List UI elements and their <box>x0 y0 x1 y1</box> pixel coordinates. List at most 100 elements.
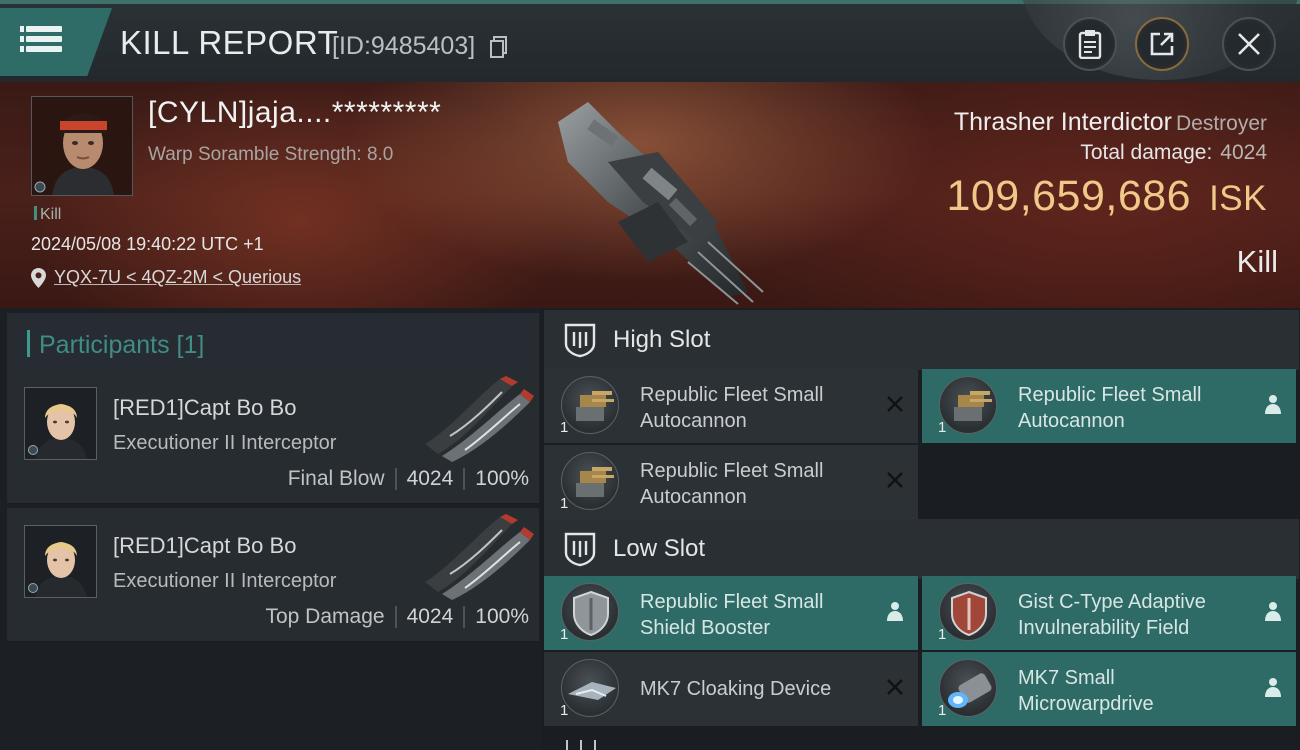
module-name-line2: Invulnerability Field <box>1018 617 1190 639</box>
person-icon <box>1265 395 1281 414</box>
module-name-line1: Republic Fleet Small <box>640 460 824 482</box>
autocannon-icon <box>561 452 619 510</box>
kill-tag: Kill <box>34 206 61 224</box>
clipboard-icon <box>1078 30 1102 59</box>
participant-damage: 4024 <box>406 605 454 628</box>
ship-type: Thrasher Interdictor <box>953 108 1172 136</box>
report-id: [ID:9485403] <box>332 32 476 60</box>
participants-tab[interactable]: Participants [1] <box>7 313 539 373</box>
participant-ship-image <box>425 376 534 462</box>
module-slot[interactable]: 1 Republic Fleet Small Autocannon <box>544 369 918 443</box>
top-bar: KILL REPORT [ID:9485403] <box>0 0 1300 82</box>
module-name: MK7 Cloaking Device <box>640 676 870 702</box>
low-slot-icon <box>564 532 596 567</box>
participant-role: Top Damage <box>265 605 385 628</box>
module-name: Republic Fleet Small Autocannon <box>640 458 870 510</box>
module-name-line1: Republic Fleet Small <box>640 384 824 406</box>
module-quantity: 1 <box>560 626 569 643</box>
participants-label: Participants [1] <box>39 331 205 359</box>
participant-row[interactable]: [RED1]Capt Bo Bo Executioner II Intercep… <box>7 370 539 504</box>
clipboard-button[interactable] <box>1063 17 1117 71</box>
total-damage-label: Total damage: <box>1080 141 1213 164</box>
module-name: Republic Fleet Small Autocannon <box>640 382 870 434</box>
module-slot[interactable]: 1 Gist C-Type Adaptive Invulnerability Fi… <box>922 576 1296 650</box>
kill-location-link[interactable]: YQX-7U < 4QZ-2M < Querious <box>31 267 301 288</box>
participant-stats: Top Damage 4024 100% <box>265 605 529 629</box>
module-name-line1: MK7 Cloaking Device <box>640 678 832 700</box>
victim-ship-name[interactable]: Thrasher Interdictor Destroyer <box>954 108 1267 137</box>
destroyed-icon <box>887 679 903 695</box>
total-damage-value: 4024 <box>1220 141 1267 164</box>
autocannon-icon <box>939 376 997 434</box>
module-name-line2: Autocannon <box>1018 410 1125 432</box>
isk-value: 109,659,686 ISK <box>946 172 1267 221</box>
victim-name[interactable]: [CYLN]jaja....********* <box>148 96 441 130</box>
module-quantity: 1 <box>938 702 947 719</box>
pilot-avatar-icon <box>25 388 96 459</box>
invulnerability-field-icon <box>939 583 997 641</box>
person-icon <box>1265 678 1281 697</box>
participant-damage: 4024 <box>406 467 454 490</box>
low-slot-header: Low Slot <box>544 519 1299 579</box>
participant-ship-image <box>425 514 534 600</box>
close-button[interactable] <box>1222 17 1276 71</box>
participant-name: [RED1]Capt Bo Bo <box>113 395 297 420</box>
menu-icon[interactable] <box>20 20 66 60</box>
avatar[interactable] <box>24 525 97 598</box>
participants-panel: Participants [1] [RED1]Capt Bo Bo Execut… <box>0 308 541 750</box>
participant-row[interactable]: [RED1]Capt Bo Bo Executioner II Intercep… <box>7 508 539 642</box>
destroyed-icon <box>887 472 903 488</box>
shield-booster-icon <box>561 583 619 641</box>
participant-name: [RED1]Capt Bo Bo <box>113 533 297 558</box>
autocannon-icon <box>561 376 619 434</box>
share-icon <box>1150 32 1174 56</box>
pilot-avatar-icon <box>32 97 132 195</box>
module-name-line2: Autocannon <box>640 410 747 432</box>
location-pin-icon <box>31 268 46 288</box>
module-slot[interactable]: 1 Republic Fleet Small Autocannon <box>544 445 918 519</box>
participant-role: Final Blow <box>287 467 385 490</box>
module-quantity: 1 <box>938 419 947 436</box>
module-name-line2: Microwarpdrive <box>1018 693 1154 715</box>
low-slot-label: Low Slot <box>613 535 706 562</box>
person-icon <box>1265 602 1281 621</box>
module-name-line1: Republic Fleet Small <box>1018 384 1202 406</box>
module-name-line1: MK7 Small <box>1018 667 1115 689</box>
page-title: KILL REPORT <box>120 24 339 61</box>
kill-tag-label: Kill <box>40 206 62 223</box>
victim-portrait[interactable] <box>31 96 133 196</box>
module-quantity: 1 <box>560 702 569 719</box>
close-icon <box>1238 33 1260 55</box>
result-label: Kill <box>1236 244 1278 279</box>
module-quantity: 1 <box>938 626 947 643</box>
participant-ship: Executioner II Interceptor <box>113 570 337 592</box>
victim-ship-image <box>558 102 764 305</box>
cloaking-device-icon <box>561 659 619 717</box>
location-text[interactable]: YQX-7U < 4QZ-2M < Querious <box>54 267 301 287</box>
total-damage: Total damage: 4024 <box>1080 141 1267 165</box>
share-button[interactable] <box>1135 17 1189 71</box>
module-name: Gist C-Type Adaptive Invulnerability Fiel… <box>1018 589 1248 641</box>
module-slot[interactable]: 1 MK7 Small Microwarpdrive <box>922 652 1296 726</box>
module-quantity: 1 <box>560 495 569 512</box>
module-name: Republic Fleet Small Shield Booster <box>640 589 870 641</box>
pilot-avatar-icon <box>25 526 96 597</box>
mid-slot-icon-partial <box>566 740 596 750</box>
copy-icon[interactable] <box>490 36 508 58</box>
high-slot-header: High Slot <box>544 310 1299 370</box>
kill-datetime: 2024/05/08 19:40:22 UTC +1 <box>31 234 264 254</box>
avatar[interactable] <box>24 387 97 460</box>
module-name: MK7 Small Microwarpdrive <box>1018 665 1248 717</box>
module-slot[interactable]: 1 MK7 Cloaking Device <box>544 652 918 726</box>
module-name: Republic Fleet Small Autocannon <box>1018 382 1248 434</box>
participant-percent: 100% <box>475 467 529 490</box>
participant-ship: Executioner II Interceptor <box>113 432 337 454</box>
microwarpdrive-icon <box>939 659 997 717</box>
person-icon <box>887 602 903 621</box>
warp-scramble-strength: Warp Soramble Strength: 8.0 <box>148 144 394 165</box>
module-slot[interactable]: 1 Republic Fleet Small Shield Booster <box>544 576 918 650</box>
participant-stats: Final Blow 4024 100% <box>288 467 529 491</box>
module-name-line2: Autocannon <box>640 486 747 508</box>
module-slot[interactable]: 1 Republic Fleet Small Autocannon <box>922 369 1296 443</box>
module-quantity: 1 <box>560 419 569 436</box>
